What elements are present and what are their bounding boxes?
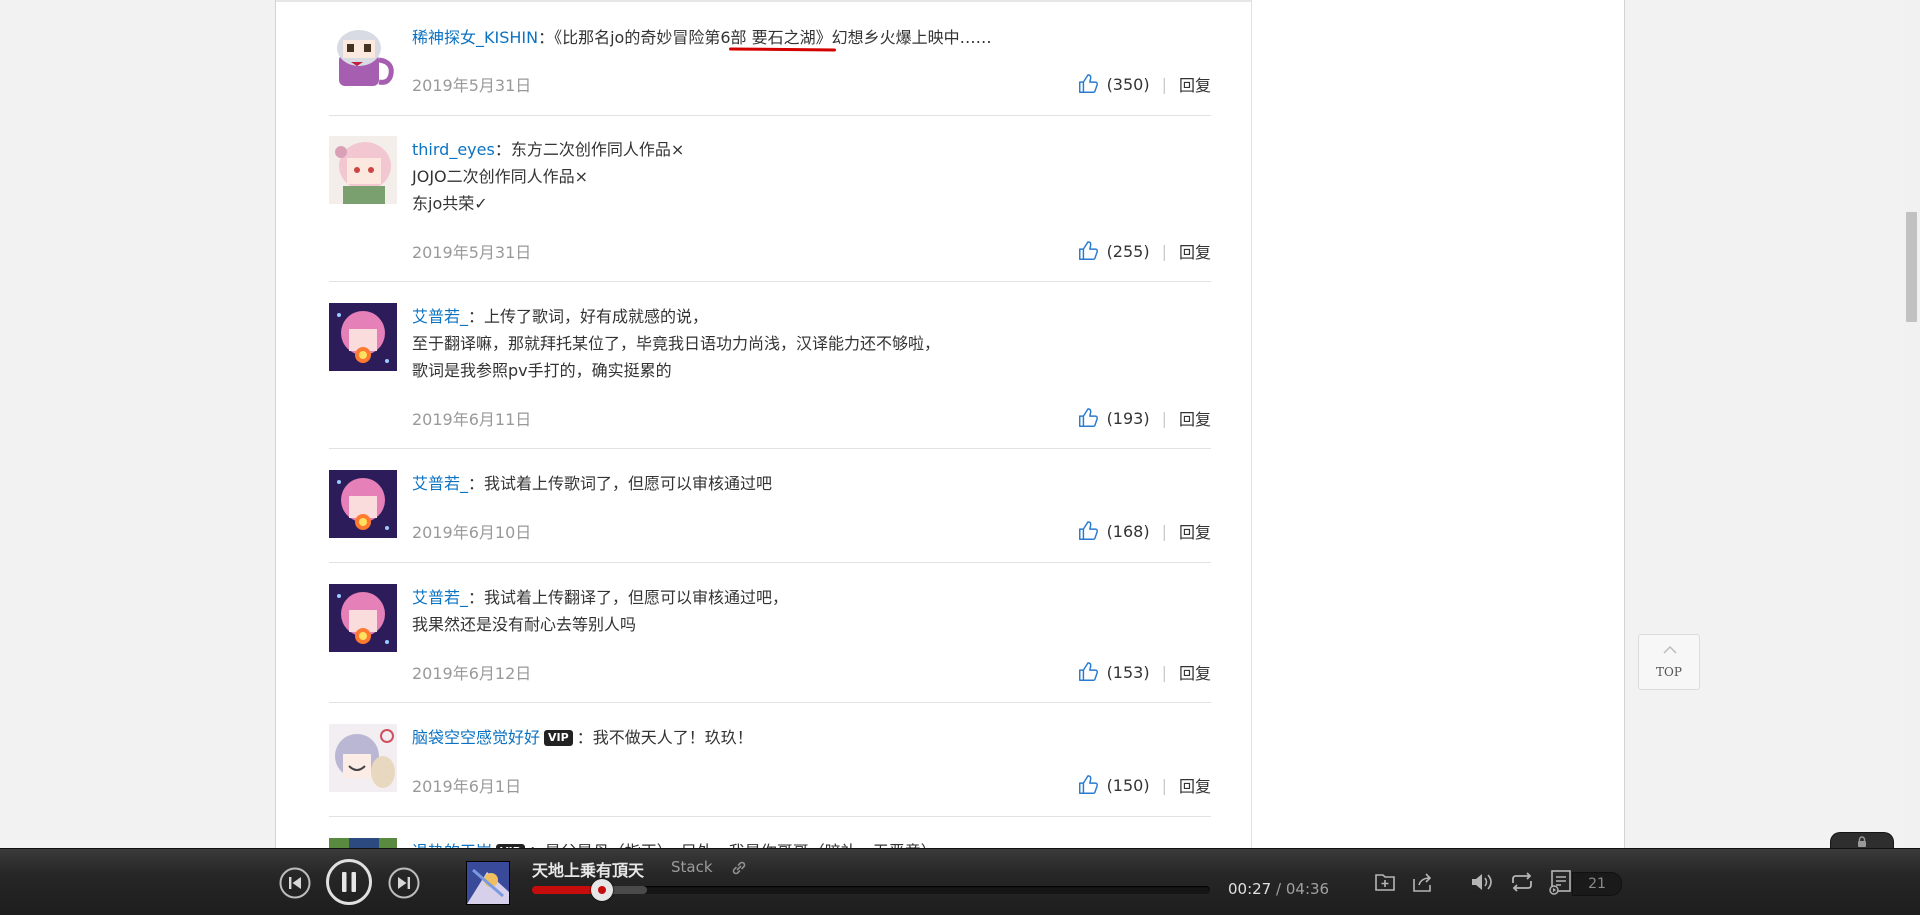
previous-track-icon[interactable] (279, 867, 311, 899)
pause-icon[interactable] (326, 859, 372, 905)
comment-item: 艾普若_：上传了歌词，好有成就感的说， 至于翻译嘛，那就拜托某位了，毕竟我日语功… (329, 303, 1211, 449)
music-player-bar: 天地上乗有頂天 Stack 00:27 / 04:36 21 (0, 848, 1920, 915)
user-avatar[interactable] (329, 724, 397, 792)
comment-meta: 2019年5月31日 (255) | 回复 (412, 239, 1211, 263)
like-count: (150) (1106, 775, 1150, 795)
thumbs-up-icon[interactable] (1077, 661, 1099, 683)
comment-item: 稀神探女_KISHIN：《比那名jo的奇妙冒险第6部 要石之湖》幻想乡火爆上映中… (329, 24, 1211, 116)
thumbs-up-icon[interactable] (1077, 407, 1099, 429)
song-title[interactable]: 天地上乗有頂天 (532, 857, 644, 881)
comment-item: 艾普若_：我试着上传歌词了，但愿可以审核通过吧 2019年6月10日 (168)… (329, 470, 1211, 563)
comment-meta: 2019年6月12日 (153) | 回复 (412, 660, 1211, 684)
reply-button[interactable]: 回复 (1179, 239, 1211, 263)
volume-icon[interactable] (1470, 871, 1494, 893)
thumbs-up-icon[interactable] (1077, 520, 1099, 542)
comment-username[interactable]: 稀神探女_KISHIN (412, 28, 538, 47)
user-avatar[interactable] (329, 470, 397, 538)
separator: | (1161, 521, 1167, 541)
playlist-icon[interactable] (1549, 869, 1573, 895)
comment-username[interactable]: 艾普若_ (412, 588, 468, 607)
comment-date: 2019年5月31日 (412, 76, 532, 95)
reply-button[interactable]: 回复 (1179, 773, 1211, 797)
comment-meta: 2019年6月11日 (193) | 回复 (412, 406, 1211, 430)
comment-username[interactable]: 艾普若_ (412, 307, 468, 326)
separator: | (1161, 74, 1167, 94)
comment-item: 艾普若_：我试着上传翻译了，但愿可以审核通过吧， 我果然还是没有耐心去等别人吗 … (329, 584, 1211, 703)
comment-text: 艾普若_：上传了歌词，好有成就感的说， 至于翻译嘛，那就拜托某位了，毕竟我日语功… (412, 307, 941, 380)
reply-button[interactable]: 回复 (1179, 660, 1211, 684)
thumbs-up-icon[interactable] (1077, 774, 1099, 796)
like-count: (193) (1106, 408, 1150, 428)
user-avatar[interactable] (329, 303, 397, 371)
comment-date: 2019年6月1日 (412, 777, 522, 796)
total-time: 04:36 (1285, 880, 1330, 898)
comment-meta: 2019年6月1日 (150) | 回复 (412, 773, 1211, 797)
like-count: (350) (1106, 74, 1150, 94)
vip-badge: VIP (544, 730, 573, 746)
lock-icon (1858, 836, 1866, 847)
page-content: 稀神探女_KISHIN：《比那名jo的奇妙冒险第6部 要石之湖》幻想乡火爆上映中… (275, 0, 1625, 914)
link-icon[interactable] (730, 859, 748, 877)
page-scrollbar[interactable] (1903, 0, 1920, 914)
thumbs-up-icon[interactable] (1077, 73, 1099, 95)
current-time: 00:27 (1228, 880, 1272, 898)
reply-button[interactable]: 回复 (1179, 406, 1211, 430)
reply-button[interactable]: 回复 (1179, 72, 1211, 96)
comment-meta: 2019年5月31日 (350) | 回复 (412, 72, 1211, 96)
thumbs-up-icon[interactable] (1077, 240, 1099, 262)
album-cover[interactable] (466, 861, 510, 905)
sidebar-divider (1251, 0, 1252, 914)
scrollbar-thumb[interactable] (1906, 212, 1917, 322)
comment-item: third_eyes：东方二次创作同人作品× JOJO二次创作同人作品× 东jo… (329, 136, 1211, 282)
highlighted-text: 部 要石之湖》 (731, 24, 832, 51)
reply-button[interactable]: 回复 (1179, 519, 1211, 543)
share-icon[interactable] (1411, 871, 1433, 893)
comment-date: 2019年5月31日 (412, 243, 532, 262)
comment-username[interactable]: third_eyes (412, 140, 495, 159)
like-count: (168) (1106, 521, 1150, 541)
back-to-top-button[interactable]: TOP (1638, 634, 1700, 690)
comment-username[interactable]: 脑袋空空感觉好好 (412, 728, 540, 747)
comment-date: 2019年6月10日 (412, 523, 532, 542)
separator: | (1161, 408, 1167, 428)
repeat-icon[interactable] (1509, 871, 1535, 893)
user-avatar[interactable] (329, 584, 397, 652)
user-avatar[interactable] (329, 24, 397, 92)
comment-text: 脑袋空空感觉好好 VIP ：我不做天人了！玖玖！ (412, 728, 753, 747)
comment-date: 2019年6月11日 (412, 410, 532, 429)
comment-username[interactable]: 艾普若_ (412, 474, 468, 493)
user-avatar[interactable] (329, 136, 397, 204)
like-count: (255) (1106, 241, 1150, 261)
comment-item: 脑袋空空感觉好好 VIP ：我不做天人了！玖玖！ 2019年6月1日 (150) |… (329, 724, 1211, 817)
separator: | (1161, 241, 1167, 261)
top-border (276, 0, 1251, 2)
comment-text: 稀神探女_KISHIN：《比那名jo的奇妙冒险第6部 要石之湖》幻想乡火爆上映中… (412, 24, 1202, 51)
add-to-playlist-icon[interactable] (1374, 871, 1396, 893)
comment-date: 2019年6月12日 (412, 664, 532, 683)
comment-meta: 2019年6月10日 (168) | 回复 (412, 519, 1211, 543)
comment-text: 艾普若_：我试着上传歌词了，但愿可以审核通过吧 (412, 474, 773, 493)
comment-text: 艾普若_：我试着上传翻译了，但愿可以审核通过吧， 我果然还是没有耐心去等别人吗 (412, 588, 789, 634)
chevron-up-icon (1663, 645, 1677, 654)
like-count: (153) (1106, 662, 1150, 682)
playback-time: 00:27 / 04:36 (1228, 880, 1330, 898)
progress-bar[interactable] (532, 879, 1210, 901)
song-artist[interactable]: Stack (671, 858, 713, 876)
separator: | (1161, 775, 1167, 795)
top-label: TOP (1656, 665, 1682, 679)
playlist-count[interactable]: 21 (1572, 872, 1622, 896)
comment-text: third_eyes：东方二次创作同人作品× JOJO二次创作同人作品× 东jo… (412, 140, 685, 213)
progress-knob[interactable] (590, 879, 613, 901)
next-track-icon[interactable] (388, 867, 420, 899)
separator: | (1161, 662, 1167, 682)
